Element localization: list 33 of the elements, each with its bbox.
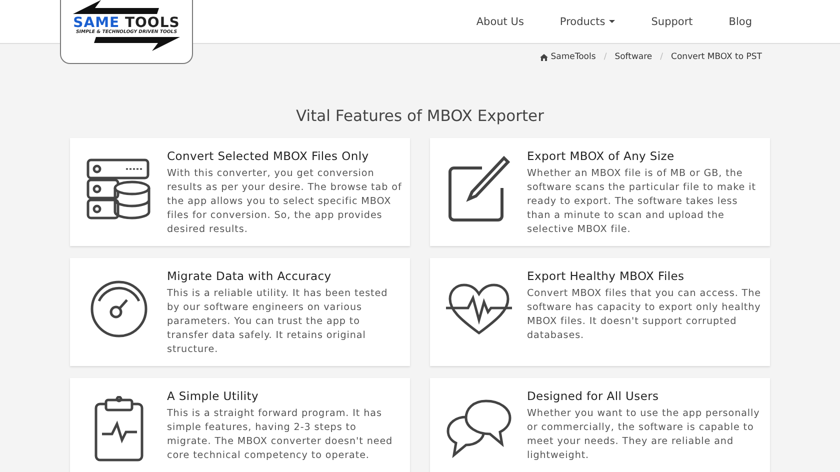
speech-bubbles-icon [446,399,512,459]
nav-link[interactable]: Blog [710,16,770,28]
home-icon [540,54,548,60]
nav-link[interactable]: Products [542,16,634,28]
logo-text: TOOLS [124,15,180,31]
feature-description: This is a reliable utility. It has been tested by our software engineers on various parameters. You can trust the app to transfer data safely. It retains original structure. [167,287,389,357]
feature-description: This is a straight forward program. It has simple features, having 2-3 steps to migrate. The MBOX converter doesn't need core technical competency to operate. [167,407,394,463]
feature-description: Convert MBOX files that you can access. The software has capacity to export only healthy MBOX files. It doesn't support corrupted databases. [527,287,762,343]
breadcrumb-current[interactable]: Convert MBOX to PST [671,52,762,62]
breadcrumb-link[interactable]: SameTools [550,52,596,62]
feature-title: A Simple Utility [167,389,260,403]
section-heading: Vital Features of MBOX Exporter [295,106,545,127]
arrow-icon [71,0,161,16]
clipboard-icon [94,396,144,462]
feature-description: Whether you want to use the app personally or commercially, the software is capable to meet your needs. They are reliable and lightweight. [527,407,761,463]
breadcrumb-separator: / [660,52,664,62]
feature-title: Convert Selected MBOX Files Only [167,149,370,163]
breadcrumb-separator: / [604,52,607,62]
feature-description: With this converter, you get conversion results as per your desire. The browse tab of the app allows you to select specific MBOX files for conversion. So, the app provides desired results. [167,167,402,237]
gauge-icon [88,279,148,339]
feature-title: Export Healthy MBOX Files [527,269,686,283]
database-server-icon [86,156,152,222]
feature-description: Whether an MBOX file is of MB or GB, the software scans the particular file to make it ready to export. The software takes less than a minute to scan and upload the selective MBOX file. [527,167,757,237]
feature-title: Export MBOX of Any Size [527,149,676,163]
feature-title: Migrate Data with Accuracy [167,269,332,283]
arrow-icon [92,35,182,51]
logo-text: SAME [73,15,120,31]
edit-icon [446,156,512,222]
feature-title: Designed for All Users [527,389,660,403]
nav-link[interactable]: Support [633,16,711,28]
heartbeat-icon [446,283,512,335]
breadcrumb-link[interactable]: Software [614,52,652,62]
nav-link[interactable]: About Us [458,16,542,28]
